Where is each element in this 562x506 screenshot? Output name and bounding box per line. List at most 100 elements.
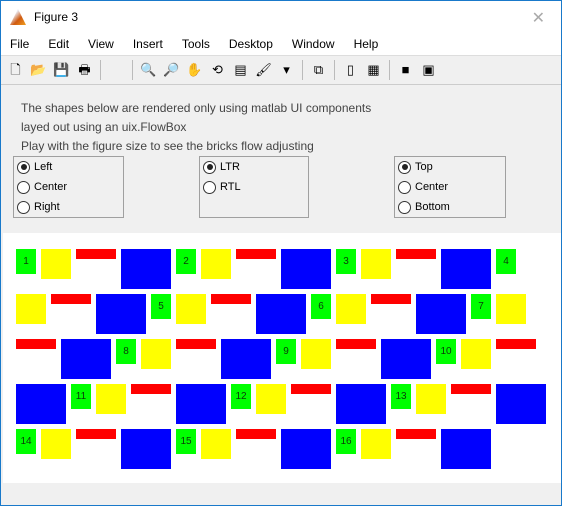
brick-number: 15 — [180, 436, 192, 447]
yellow-brick — [16, 294, 46, 324]
new-file-icon[interactable]: 🗋 — [7, 61, 25, 79]
description: The shapes below are rendered only using… — [21, 99, 371, 156]
hide-plot-tools-icon[interactable]: ■ — [397, 61, 415, 79]
radio-button-circle[interactable] — [17, 200, 30, 214]
green-brick: 3 — [336, 249, 356, 274]
red-brick — [291, 384, 331, 394]
radio-rtl[interactable]: RTL — [200, 177, 308, 197]
green-brick: 2 — [176, 249, 196, 274]
blue-brick — [16, 384, 66, 424]
title-bar: Figure 3 ✕ — [1, 1, 561, 33]
radio-button-circle[interactable] — [17, 180, 30, 194]
green-brick: 13 — [391, 384, 411, 409]
red-brick — [131, 384, 171, 394]
blue-brick — [121, 429, 171, 469]
green-brick: 9 — [276, 339, 296, 364]
radio-button-circle[interactable] — [203, 160, 216, 174]
yellow-brick — [96, 384, 126, 414]
link-plot-icon[interactable]: ⧉ — [310, 61, 328, 79]
yellow-brick — [256, 384, 286, 414]
radio-bottom[interactable]: Bottom — [395, 197, 505, 217]
red-brick — [236, 429, 276, 439]
radio-button-circle[interactable] — [398, 180, 411, 194]
menu-insert[interactable]: Insert — [133, 37, 163, 51]
green-brick: 10 — [436, 339, 456, 364]
red-brick — [76, 429, 116, 439]
radio-button-circle[interactable] — [203, 180, 216, 194]
blue-brick — [416, 294, 466, 334]
radio-label: Center — [415, 181, 449, 193]
radio-label: Right — [34, 201, 60, 213]
green-brick: 14 — [16, 429, 36, 454]
brick-number: 3 — [343, 256, 349, 267]
toolbar-separator — [334, 60, 335, 80]
radio-label: LTR — [220, 161, 240, 173]
menu-desktop[interactable]: Desktop — [229, 37, 273, 51]
yellow-brick — [41, 429, 71, 459]
radio-left[interactable]: Left — [14, 157, 123, 177]
radio-center[interactable]: Center — [14, 177, 123, 197]
brick-number: 6 — [318, 301, 324, 312]
description-line: The shapes below are rendered only using… — [21, 101, 372, 115]
vertical-alignment-panel: Top Center Bottom — [394, 156, 506, 218]
yellow-brick — [301, 339, 331, 369]
menu-edit[interactable]: Edit — [48, 37, 69, 51]
yellow-brick — [201, 249, 231, 279]
menu-window[interactable]: Window — [292, 37, 335, 51]
blue-brick — [96, 294, 146, 334]
save-icon[interactable]: 💾 — [53, 61, 71, 79]
pan-hand-icon[interactable]: ✋ — [186, 61, 204, 79]
radio-center[interactable]: Center — [395, 177, 505, 197]
blue-brick — [256, 294, 306, 334]
radio-top[interactable]: Top — [395, 157, 505, 177]
menu-bar: File Edit View Insert Tools Desktop Window Help — [1, 33, 561, 55]
brick-number: 10 — [440, 346, 452, 357]
brick-number: 7 — [478, 301, 484, 312]
flow-box: 1 2 3 4 5 6 7 8 9 10 11 12 13 14 15 16 — [3, 233, 561, 483]
figure-window: Figure 3 ✕ File Edit View Insert Tools Deskto… — [0, 0, 562, 506]
zoom-in-icon[interactable]: 🔍 — [140, 61, 158, 79]
brick-number: 12 — [235, 391, 247, 402]
print-icon[interactable]: 🖶 — [76, 61, 94, 79]
radio-label: RTL — [220, 181, 241, 193]
toolbar-separator — [389, 60, 390, 80]
zoom-out-icon[interactable]: 🔎 — [163, 61, 181, 79]
rotate-3d-icon[interactable]: ⟲ — [209, 61, 227, 79]
green-brick: 5 — [151, 294, 171, 319]
brick-number: 13 — [395, 391, 407, 402]
blue-brick — [281, 429, 331, 469]
yellow-brick — [176, 294, 206, 324]
green-brick: 8 — [116, 339, 136, 364]
legend-icon[interactable]: ▦ — [365, 61, 383, 79]
menu-file[interactable]: File — [10, 37, 29, 51]
radio-ltr[interactable]: LTR — [200, 157, 308, 177]
matlab-logo-icon — [10, 9, 26, 25]
radio-button-circle[interactable] — [17, 160, 30, 174]
red-brick — [496, 339, 536, 349]
data-cursor-icon[interactable]: ▤ — [232, 61, 250, 79]
description-line: layed out using an uix.FlowBox — [21, 120, 187, 134]
red-brick — [451, 384, 491, 394]
open-folder-icon[interactable]: 📂 — [30, 61, 48, 79]
yellow-brick — [361, 429, 391, 459]
radio-button-circle[interactable] — [398, 200, 411, 214]
radio-right[interactable]: Right — [14, 197, 123, 217]
red-brick — [16, 339, 56, 349]
pointer-icon[interactable] — [108, 61, 126, 79]
menu-help[interactable]: Help — [354, 37, 379, 51]
green-brick: 11 — [71, 384, 91, 409]
brick-number: 2 — [183, 256, 189, 267]
radio-button-circle[interactable] — [398, 160, 411, 174]
close-icon[interactable]: ✕ — [532, 8, 545, 28]
menu-view[interactable]: View — [88, 37, 114, 51]
dropdown-arrow-icon[interactable]: ▾ — [278, 61, 296, 79]
show-plot-tools-icon[interactable]: ▣ — [420, 61, 438, 79]
menu-tools[interactable]: Tools — [182, 37, 210, 51]
yellow-brick — [461, 339, 491, 369]
red-brick — [396, 429, 436, 439]
brush-icon[interactable]: 🖌 — [255, 61, 273, 79]
colorbar-icon[interactable]: ▯ — [342, 61, 360, 79]
brick-number: 9 — [283, 346, 289, 357]
horizontal-alignment-panel: Left Center Right — [13, 156, 124, 218]
green-brick: 1 — [16, 249, 36, 274]
